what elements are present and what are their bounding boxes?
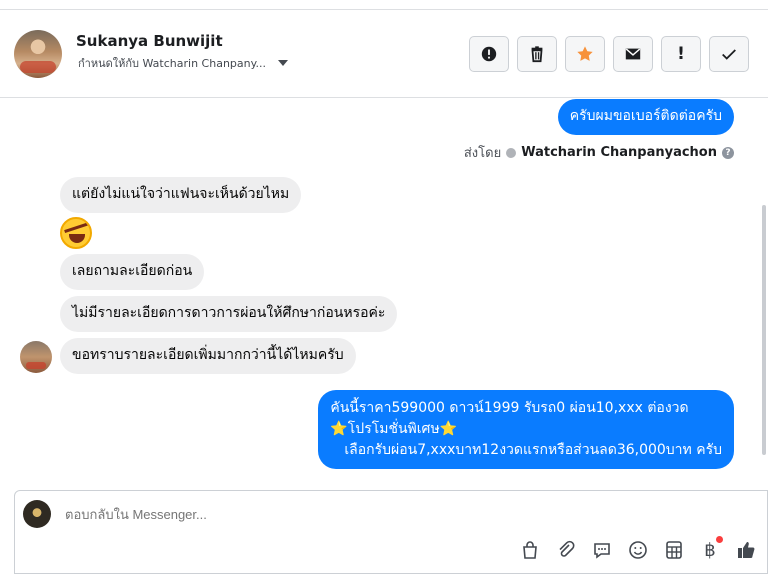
- chevron-down-icon[interactable]: [278, 60, 289, 66]
- check-icon: [722, 49, 736, 60]
- help-icon[interactable]: ?: [722, 146, 734, 159]
- incoming-message[interactable]: แต่ยังไม่แน่ใจว่าแฟนจะเห็นด้วยไหม: [60, 177, 302, 213]
- mark-important-button[interactable]: !: [661, 36, 701, 72]
- smile-icon: [629, 541, 647, 559]
- calculator-icon: [666, 541, 682, 559]
- envelope-icon: [625, 48, 641, 60]
- promo-line: คันนี้ราคา599000 ดาวน์1999 รับรถ0 ผ่อน10…: [330, 400, 689, 416]
- exclamation-icon: !: [677, 44, 685, 64]
- report-button[interactable]: [469, 36, 509, 72]
- contact-avatar[interactable]: [14, 30, 62, 78]
- bag-icon: [523, 541, 537, 559]
- assignee-label: กำหนดให้กับ Watcharin Chanpany...: [78, 57, 267, 70]
- payment-button[interactable]: ฿: [699, 536, 723, 561]
- like-button[interactable]: [735, 539, 757, 561]
- mark-done-button[interactable]: [709, 36, 749, 72]
- attach-button[interactable]: [555, 539, 577, 561]
- notification-dot: [716, 536, 723, 543]
- star-button[interactable]: [565, 36, 605, 72]
- message-thread[interactable]: ครับผมขอเบอร์ติดต่อครับ ส่งโดย Watcharin…: [0, 99, 768, 479]
- chat-bubble-icon: [594, 543, 610, 559]
- calculator-button[interactable]: [663, 539, 685, 561]
- sender-status-icon: [506, 147, 517, 158]
- saved-replies-button[interactable]: [591, 539, 613, 561]
- report-icon: [481, 46, 497, 62]
- header-actions: !: [469, 36, 749, 72]
- page-avatar: [23, 500, 51, 528]
- assignee-dropdown[interactable]: กำหนดให้กับ Watcharin Chanpany...: [78, 54, 289, 72]
- promo-line: เลือกรับผ่อน7,xxxบาท12งวดแรกหรือส่วนลด36…: [344, 442, 722, 458]
- paperclip-icon: [559, 540, 575, 557]
- incoming-message[interactable]: ไม่มีรายละเอียดการดาวการผ่อนให้ศึกษาก่อน…: [60, 296, 398, 332]
- baht-icon: ฿: [704, 539, 716, 561]
- star-icon: [577, 46, 593, 61]
- reply-composer: ฿: [14, 490, 768, 574]
- composer-toolbar: ฿: [519, 536, 757, 561]
- laughing-emoji-icon[interactable]: [60, 217, 92, 249]
- sent-by-label: ส่งโดย: [463, 146, 502, 161]
- sent-by-info: ส่งโดย Watcharin Chanpanyachon ?: [464, 142, 734, 163]
- thumbs-up-icon: [738, 542, 755, 558]
- emoji-button[interactable]: [627, 539, 649, 561]
- outgoing-message[interactable]: ครับผมขอเบอร์ติดต่อครับ: [557, 99, 734, 135]
- incoming-message[interactable]: เลยถามละเอียดก่อน: [60, 254, 205, 290]
- delete-button[interactable]: [517, 36, 557, 72]
- shop-button[interactable]: [519, 539, 541, 561]
- incoming-message[interactable]: ขอทราบรายละเอียดเพิ่มมากกว่านี้ได้ไหมครั…: [60, 338, 356, 374]
- contact-name[interactable]: Sukanya Bunwijit: [76, 32, 223, 50]
- contact-avatar-small[interactable]: [20, 341, 52, 373]
- email-button[interactable]: [613, 36, 653, 72]
- conversation-header: Sukanya Bunwijit กำหนดให้กับ Watcharin C…: [0, 10, 768, 98]
- trash-icon: [531, 46, 543, 63]
- reply-input[interactable]: [65, 507, 665, 522]
- scrollbar-thumb[interactable]: [762, 205, 766, 455]
- outgoing-message-promo[interactable]: คันนี้ราคา599000 ดาวน์1999 รับรถ0 ผ่อน10…: [318, 390, 734, 469]
- sender-name: Watcharin Chanpanyachon: [521, 145, 717, 160]
- promo-line: ⭐โปรโมชั่นพิเศษ⭐: [330, 421, 458, 437]
